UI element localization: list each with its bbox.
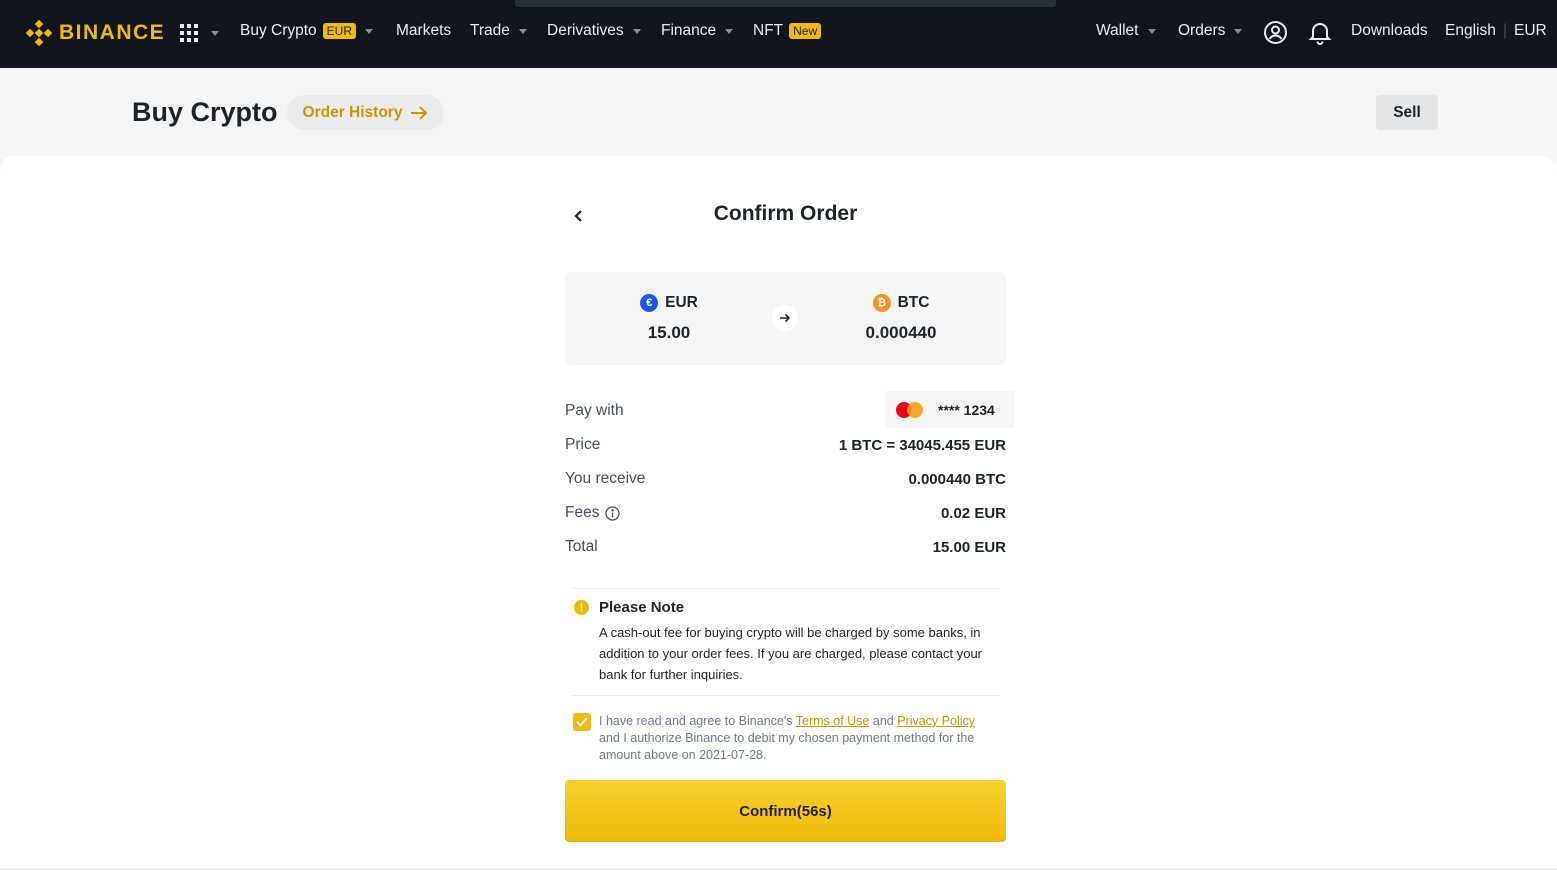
checkmark-icon xyxy=(576,717,588,727)
to-amount: 0.000440 xyxy=(865,323,937,342)
nav-separator: | xyxy=(1503,22,1508,39)
nav-nft[interactable]: NFT New xyxy=(753,22,822,40)
sell-button[interactable]: Sell xyxy=(1376,95,1438,130)
bitcoin-coin-icon: ₿ xyxy=(872,294,891,312)
nav-wallet[interactable]: Wallet xyxy=(1096,22,1156,40)
card-number: **** 1234 xyxy=(938,401,995,418)
price-label: Price xyxy=(565,436,601,453)
fees-label-group: Fees xyxy=(565,504,621,522)
mastercard-icon xyxy=(896,401,924,418)
fees-row: Fees 0.02 EUR xyxy=(565,502,1006,524)
nav-finance-label: Finance xyxy=(661,22,717,39)
order-history-button[interactable]: Order History xyxy=(287,95,444,130)
arrow-right-icon xyxy=(411,105,428,120)
nav-finance[interactable]: Finance xyxy=(661,22,734,40)
info-icon[interactable] xyxy=(605,505,621,521)
nav-nft-label: NFT xyxy=(753,22,784,39)
to-currency: ₿ BTC 0.000440 xyxy=(831,294,971,343)
binance-logo-icon xyxy=(26,20,52,46)
language-label: English xyxy=(1445,22,1496,39)
agreement-checkbox[interactable] xyxy=(573,713,591,731)
binance-logo[interactable]: BINANCE xyxy=(26,20,165,46)
brand-name: BINANCE xyxy=(59,21,166,44)
chevron-down-icon xyxy=(1147,28,1156,34)
currency-label: EUR xyxy=(1514,22,1547,39)
agreement-prefix: I have read and agree to Binance's xyxy=(599,714,796,728)
arrow-right-icon xyxy=(772,305,798,331)
language-selector[interactable]: English xyxy=(1445,22,1496,40)
fees-value: 0.02 EUR xyxy=(940,504,1006,522)
note-title: Please Note xyxy=(599,599,685,616)
note-text: A cash-out fee for buying crypto will be… xyxy=(599,625,983,682)
confirm-button-label: Confirm(56s) xyxy=(739,802,832,820)
privacy-policy-link[interactable]: Privacy Policy xyxy=(897,714,975,728)
divider xyxy=(572,588,1000,589)
nav-derivatives[interactable]: Derivatives xyxy=(547,22,641,40)
bell-icon[interactable] xyxy=(1308,20,1332,45)
chevron-down-icon xyxy=(211,31,219,36)
fees-label: Fees xyxy=(565,504,600,521)
nav-wallet-label: Wallet xyxy=(1096,22,1139,39)
receive-label: You receive xyxy=(565,470,646,487)
total-value: 15.00 EUR xyxy=(932,538,1006,556)
nav-buy-crypto[interactable]: Buy Crypto EUR xyxy=(240,22,374,40)
chevron-down-icon xyxy=(725,28,734,34)
chevron-down-icon xyxy=(1234,28,1243,34)
page-title: Buy Crypto xyxy=(132,97,278,127)
chevron-down-icon xyxy=(518,28,527,34)
total-row: Total 15.00 EUR xyxy=(565,536,1006,558)
currency-badge: EUR xyxy=(322,23,357,39)
nav-downloads[interactable]: Downloads xyxy=(1351,22,1428,40)
user-circle-icon[interactable] xyxy=(1263,20,1288,45)
payment-card: **** 1234 xyxy=(885,391,1014,428)
from-amount: 15.00 xyxy=(647,323,691,342)
agreement-text: I have read and agree to Binance's Terms… xyxy=(599,713,999,764)
from-currency-symbol: EUR xyxy=(665,294,698,311)
divider xyxy=(572,695,1000,696)
top-navbar: BINANCE Buy Crypto EUR Markets Trade Der… xyxy=(0,0,1557,68)
sell-label: Sell xyxy=(1393,103,1421,121)
grid-menu-icon[interactable] xyxy=(180,24,198,42)
currency-selector[interactable]: EUR xyxy=(1514,22,1547,40)
agreement-suffix: and I authorize Binance to debit my chos… xyxy=(599,731,975,762)
nav-markets[interactable]: Markets xyxy=(396,22,451,40)
warning-icon: ! xyxy=(574,600,589,615)
nav-buy-crypto-label: Buy Crypto xyxy=(240,22,317,39)
pay-with-label: Pay with xyxy=(565,402,624,419)
chevron-down-icon xyxy=(632,28,641,34)
confirm-button[interactable]: Confirm(56s) xyxy=(565,780,1006,842)
nav-derivatives-label: Derivatives xyxy=(547,22,624,39)
order-history-label: Order History xyxy=(302,103,403,121)
receive-row: You receive 0.000440 BTC xyxy=(565,468,1006,490)
from-currency: € EUR 15.00 xyxy=(599,294,739,343)
window-strip xyxy=(515,0,1056,7)
total-label: Total xyxy=(565,538,598,555)
chevron-down-icon xyxy=(365,28,374,34)
price-row: Price 1 BTC = 34045.455 EUR xyxy=(565,434,1006,456)
euro-coin-icon: € xyxy=(640,294,659,312)
nav-orders-label: Orders xyxy=(1178,22,1226,39)
nav-markets-label: Markets xyxy=(396,22,452,39)
nav-trade-label: Trade xyxy=(470,22,510,39)
receive-value: 0.000440 BTC xyxy=(908,470,1006,488)
price-value: 1 BTC = 34045.455 EUR xyxy=(838,436,1006,454)
agreement-and: and xyxy=(869,714,898,728)
terms-of-use-link[interactable]: Terms of Use xyxy=(796,714,870,728)
confirm-order-title: Confirm Order xyxy=(713,202,858,225)
nav-downloads-label: Downloads xyxy=(1351,22,1428,39)
nav-orders[interactable]: Orders xyxy=(1178,22,1243,40)
to-currency-symbol: BTC xyxy=(897,294,930,311)
nav-trade[interactable]: Trade xyxy=(470,22,527,40)
new-badge: New xyxy=(789,23,822,39)
